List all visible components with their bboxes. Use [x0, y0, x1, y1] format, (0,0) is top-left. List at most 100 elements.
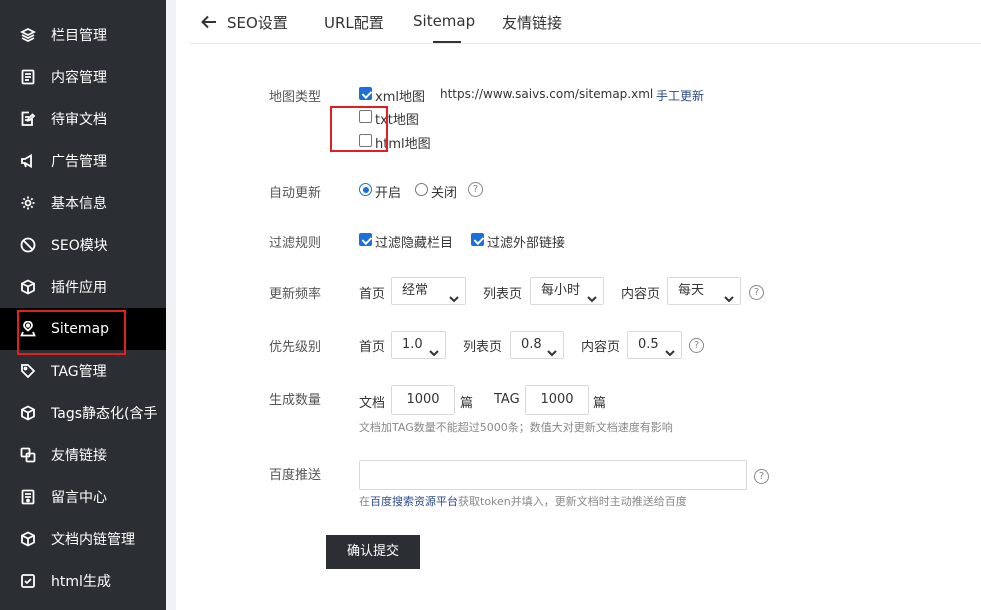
- count-hint: 文档加TAG数量不能超过5000条；数值大对更新文档速度有影响: [359, 421, 673, 434]
- chevron-down-icon: [587, 287, 597, 303]
- sidebar-item-seo-module[interactable]: SEO模块: [0, 224, 166, 266]
- auto-update-off-radio[interactable]: [415, 183, 428, 196]
- sitemap-xml-url[interactable]: https://www.saivs.com/sitemap.xml: [440, 87, 653, 101]
- tag-icon: [20, 363, 36, 379]
- sidebar-item-tag-management[interactable]: TAG管理: [0, 350, 166, 392]
- tab-sitemap[interactable]: Sitemap: [413, 12, 475, 30]
- filter-hidden-label: 过滤隐藏栏目: [375, 236, 454, 251]
- tab-url-config[interactable]: URL配置: [324, 12, 384, 33]
- sidebar-item-label: html生成: [51, 574, 111, 590]
- tab-friend-links[interactable]: 友情链接: [502, 12, 562, 33]
- main-content: SEO设置 URL配置 Sitemap 友情链接 地图类型 xml地图 http…: [176, 0, 981, 610]
- sidebar-item-plugins[interactable]: 插件应用: [0, 266, 166, 308]
- sidebar-item-label: 留言中心: [51, 490, 107, 506]
- count-doc-unit: 篇: [460, 396, 474, 411]
- checkbox-icon: [20, 573, 36, 589]
- sidebar-item-friend-links[interactable]: 友情链接: [0, 434, 166, 476]
- sidebar-item-label: 内容管理: [51, 70, 107, 86]
- frequency-label: 更新频率: [269, 287, 322, 302]
- sidebar-item-label: 基本信息: [51, 196, 107, 212]
- help-icon[interactable]: ?: [468, 182, 483, 197]
- layers-icon: [20, 27, 36, 43]
- sidebar-item-column-management[interactable]: 栏目管理: [0, 14, 166, 56]
- sidebar-item-label: 栏目管理: [51, 28, 107, 44]
- back-arrow-icon[interactable]: [200, 13, 218, 31]
- filter-external-label: 过滤外部链接: [487, 236, 566, 251]
- help-icon[interactable]: ?: [754, 469, 769, 484]
- sidebar-item-tags-static[interactable]: Tags静态化(含手: [0, 392, 166, 434]
- frequency-home-select[interactable]: 经常: [391, 277, 466, 305]
- no-entry-icon: [20, 237, 36, 253]
- auto-update-on-radio[interactable]: [359, 183, 372, 196]
- link-icon: [20, 447, 36, 463]
- baidu-push-label: 百度推送: [269, 468, 322, 483]
- highlight-box: [330, 106, 388, 152]
- manual-update-link[interactable]: 手工更新: [656, 87, 704, 104]
- sidebar-item-label: 广告管理: [51, 154, 107, 170]
- xml-map-checkbox[interactable]: [359, 87, 372, 100]
- sidebar-item-pending-documents[interactable]: 待审文档: [0, 98, 166, 140]
- cube-icon: [20, 279, 36, 295]
- map-type-label: 地图类型: [269, 90, 322, 105]
- sidebar-item-message-center[interactable]: 留言中心: [0, 476, 166, 518]
- filter-hidden-checkbox[interactable]: [359, 233, 372, 246]
- priority-list-label: 列表页: [463, 340, 503, 355]
- filter-external-checkbox[interactable]: [471, 233, 484, 246]
- sidebar-item-ad-management[interactable]: 广告管理: [0, 140, 166, 182]
- count-doc-label: 文档: [359, 396, 386, 411]
- baidu-token-input[interactable]: [359, 460, 747, 490]
- cube-icon: [20, 405, 36, 421]
- auto-update-off-label: 关闭: [431, 186, 458, 201]
- frequency-content-select[interactable]: 每天: [667, 277, 741, 305]
- highlight-box: [17, 310, 126, 355]
- sidebar-item-label: 插件应用: [51, 280, 107, 296]
- doc-count-input[interactable]: 1000: [391, 385, 455, 415]
- active-tab-indicator: [433, 41, 461, 43]
- priority-home-select[interactable]: 1.0: [391, 331, 446, 359]
- sidebar-item-label: Tags静态化(含手: [51, 406, 158, 422]
- sidebar-item-label: 友情链接: [51, 448, 107, 464]
- sidebar-item-basic-info[interactable]: 基本信息: [0, 182, 166, 224]
- message-icon: [20, 489, 36, 505]
- baidu-search-platform-link[interactable]: 百度搜索资源平台: [370, 495, 458, 508]
- priority-home-label: 首页: [359, 340, 386, 355]
- tab-seo-settings[interactable]: SEO设置: [227, 12, 288, 33]
- auto-update-label: 自动更新: [269, 186, 322, 201]
- priority-label: 优先级别: [269, 340, 322, 355]
- priority-list-select[interactable]: 0.8: [510, 331, 564, 359]
- count-tag-unit: 篇: [593, 396, 607, 411]
- frequency-content-label: 内容页: [621, 287, 661, 302]
- frequency-list-label: 列表页: [483, 287, 523, 302]
- tag-count-input[interactable]: 1000: [525, 385, 589, 415]
- priority-content-label: 内容页: [581, 340, 621, 355]
- cube-icon: [20, 531, 36, 547]
- baidu-hint: 在百度搜索资源平台获取token并填入，更新文档时主动推送给百度: [359, 495, 687, 508]
- edit-document-icon: [20, 111, 36, 127]
- filter-label: 过滤规则: [269, 236, 322, 251]
- sidebar-item-content-management[interactable]: 内容管理: [0, 56, 166, 98]
- frequency-list-select[interactable]: 每小时: [530, 277, 604, 305]
- help-icon[interactable]: ?: [749, 285, 764, 300]
- document-icon: [20, 69, 36, 85]
- count-label: 生成数量: [269, 393, 322, 408]
- tab-bar: SEO设置 URL配置 Sitemap 友情链接: [190, 0, 981, 44]
- priority-content-select[interactable]: 0.5: [627, 331, 682, 359]
- sidebar-item-label: SEO模块: [51, 238, 108, 254]
- chevron-down-icon: [449, 287, 459, 303]
- sidebar-item-label: 文档内链管理: [51, 532, 135, 548]
- frequency-home-label: 首页: [359, 287, 386, 302]
- count-tag-label: TAG: [494, 392, 520, 407]
- xml-map-label: xml地图: [375, 90, 425, 105]
- gear-icon: [20, 195, 36, 211]
- sidebar-item-label: TAG管理: [51, 364, 107, 380]
- auto-update-on-label: 开启: [375, 186, 402, 201]
- chevron-down-icon: [665, 341, 675, 357]
- sidebar-item-html-generate[interactable]: html生成: [0, 560, 166, 602]
- submit-button[interactable]: 确认提交: [326, 535, 420, 569]
- sidebar: 栏目管理 内容管理 待审文档 广告管理 基本信息 SEO模块 插件应用 Site…: [0, 0, 166, 610]
- sidebar-item-internal-links[interactable]: 文档内链管理: [0, 518, 166, 560]
- chevron-down-icon: [724, 287, 734, 303]
- help-icon[interactable]: ?: [689, 338, 704, 353]
- megaphone-icon: [20, 153, 36, 169]
- sidebar-item-label: 待审文档: [51, 112, 107, 128]
